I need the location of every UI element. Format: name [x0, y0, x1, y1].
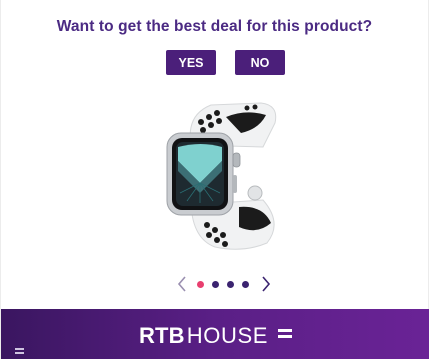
equals-icon — [278, 327, 293, 339]
carousel-dot[interactable] — [197, 280, 204, 288]
carousel-prev-button[interactable] — [175, 272, 189, 296]
ad-card: Want to get the best deal for this produ… — [0, 0, 429, 359]
carousel-next-button[interactable] — [259, 272, 273, 296]
brand-logo: RTB HOUSE — [1, 323, 429, 349]
carousel-dot[interactable] — [227, 280, 234, 288]
chevron-left-icon — [177, 276, 186, 292]
brand-name-bold: RTB — [138, 323, 185, 348]
smartwatch-icon — [166, 102, 277, 250]
product-image[interactable] — [151, 95, 291, 255]
carousel-dots — [197, 272, 249, 296]
chevron-right-icon — [262, 276, 271, 292]
no-button[interactable]: NO — [235, 50, 285, 75]
brand-name-light: HOUSE — [186, 323, 269, 348]
menu-icon[interactable] — [15, 348, 24, 354]
brand-footer[interactable]: RTB HOUSE — [1, 309, 429, 359]
image-carousel-nav — [171, 272, 271, 296]
carousel-dot[interactable] — [242, 280, 249, 288]
deal-question: Want to get the best deal for this produ… — [56, 18, 373, 35]
yes-button[interactable]: YES — [166, 50, 216, 75]
carousel-dot[interactable] — [212, 280, 219, 288]
